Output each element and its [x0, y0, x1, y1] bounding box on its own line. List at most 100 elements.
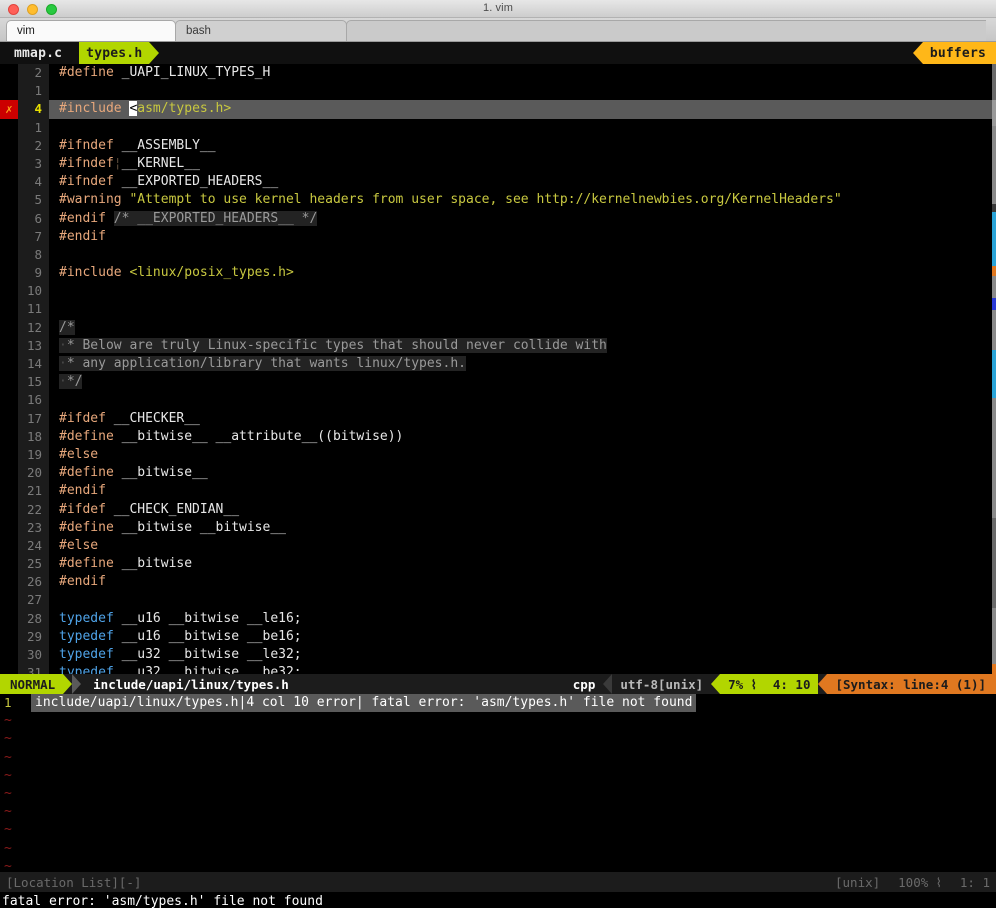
code-line[interactable]: 30 typedef __u32 __bitwise __le32; [0, 646, 996, 665]
code-text: #else [49, 537, 996, 555]
code-line[interactable]: 5 #warning "Attempt to use kernel headers… [0, 191, 996, 210]
sign-column [0, 445, 18, 465]
line-number: 3 [18, 154, 49, 174]
sign-column [0, 318, 18, 337]
code-token: __bitwise __bitwise__ [113, 519, 286, 535]
code-token: #endif [59, 574, 106, 590]
code-line[interactable]: 1 [0, 118, 996, 137]
sign-column [0, 536, 18, 556]
status-filetype: cpp [564, 674, 604, 694]
code-line[interactable]: 28 typedef __u16 __bitwise __le16; [0, 609, 996, 628]
code-text: #else [49, 446, 996, 464]
buffers-label-group: buffers [912, 42, 996, 64]
buffers-label[interactable]: buffers [922, 42, 996, 64]
code-token: · [59, 337, 67, 353]
code-line[interactable]: 10 [0, 282, 996, 301]
status-mode-arrow2-icon [72, 674, 82, 694]
location-list-row[interactable]: 1 include/uapi/linux/types.h|4 col 10 err… [0, 694, 996, 713]
minimap-segment [992, 266, 996, 276]
code-line[interactable]: 1 [0, 82, 996, 101]
sign-column [0, 591, 18, 610]
buffer-mmap-c[interactable]: mmap.c [0, 42, 70, 64]
status-syntax-arrow-icon [818, 674, 828, 694]
code-text: #define __bitwise __bitwise__ [49, 519, 996, 537]
code-text: #define _UAPI_LINUX_TYPES_H [49, 64, 996, 82]
code-line[interactable]: 12 /* [0, 318, 996, 337]
code-line[interactable]: 21 #endif [0, 482, 996, 501]
code-token: __u16 __bitwise __be16; [113, 628, 302, 644]
code-token: __u32 __bitwise __le32; [113, 647, 302, 662]
code-line[interactable]: 13 ·* Below are truly Linux-specific type… [0, 336, 996, 355]
minimap-segment [992, 518, 996, 608]
code-token: #ifdef [59, 410, 106, 426]
code-text: #ifndef __ASSEMBLY__ [49, 137, 996, 155]
sign-column [0, 573, 18, 592]
code-line[interactable]: 7 #endif [0, 227, 996, 246]
code-editor[interactable]: 2 #define _UAPI_LINUX_TYPES_H 1 ✗ 4 #include … [0, 64, 996, 674]
line-number: 28 [18, 609, 49, 628]
scrollbar-thumb[interactable] [992, 100, 996, 126]
code-line[interactable]: 26 #endif [0, 573, 996, 592]
code-line[interactable]: 31 typedef __u32 __bitwise __be32; [0, 664, 996, 674]
code-line[interactable]: 29 typedef __u16 __bitwise __be16; [0, 627, 996, 646]
code-line[interactable]: 24 #else [0, 536, 996, 556]
code-token: #ifdef [59, 501, 106, 517]
code-line[interactable]: 2 #define _UAPI_LINUX_TYPES_H [0, 64, 996, 83]
buffer-types-h[interactable]: types.h [79, 42, 150, 64]
line-number: 16 [18, 391, 49, 410]
code-token: */ [66, 374, 83, 390]
line-number: 15 [18, 373, 49, 392]
line-number: 29 [18, 627, 49, 646]
minimap-segment [992, 204, 996, 212]
line-number: 1 [18, 82, 49, 101]
code-token: __bitwise__ __attribute__((bitwise)) [113, 428, 404, 444]
scrollbar-minimap[interactable] [992, 64, 996, 674]
location-list-name: [Location List][-] [6, 874, 142, 890]
code-line[interactable]: 11 [0, 300, 996, 319]
code-text: typedef __u16 __bitwise __be16; [49, 628, 996, 646]
line-number: 27 [18, 591, 49, 610]
code-line[interactable]: 14 ·* any application/library that wants … [0, 355, 996, 374]
code-line[interactable]: 4 #ifndef __EXPORTED_HEADERS__ [0, 173, 996, 192]
code-text: #endif /* __EXPORTED_HEADERS__ */ [49, 210, 996, 228]
code-token: typedef [59, 628, 114, 644]
code-line[interactable]: 23 #define __bitwise __bitwise__ [0, 518, 996, 537]
sign-column [0, 173, 18, 192]
code-line[interactable]: 19 #else [0, 445, 996, 465]
code-token: * Below are truly Linux-specific types t… [66, 337, 607, 353]
code-line[interactable]: 3 #ifndef¦__KERNEL__ [0, 154, 996, 174]
code-line[interactable]: 18 #define __bitwise__ __attribute__((bit… [0, 427, 996, 446]
code-token: #endif [59, 228, 106, 244]
code-line[interactable]: 20 #define __bitwise__ [0, 464, 996, 483]
code-line[interactable]: 22 #ifdef __CHECK_ENDIAN__ [0, 500, 996, 519]
code-line[interactable]: 6 #endif /* __EXPORTED_HEADERS__ */ [0, 209, 996, 228]
code-text: typedef __u32 __bitwise __le32; [49, 646, 996, 664]
line-number: 13 [18, 336, 49, 355]
code-line[interactable]: 17 #ifdef __CHECKER__ [0, 409, 996, 428]
location-list[interactable]: 1 include/uapi/linux/types.h|4 col 10 err… [0, 694, 996, 872]
empty-line-tilde-icon: ~ [4, 822, 12, 838]
status-mode: NORMAL [0, 674, 64, 694]
sign-column [0, 427, 18, 446]
code-line[interactable]: 15 ·*/ [0, 373, 996, 392]
location-list-status: [Location List][-] [unix] 100% ⌇ 1: 1 [0, 872, 996, 892]
code-text: #warning "Attempt to use kernel headers … [49, 191, 996, 209]
code-line[interactable]: 9 #include <linux/posix_types.h> [0, 264, 996, 283]
code-line[interactable]: 2 #ifndef __ASSEMBLY__ [0, 136, 996, 155]
code-line[interactable]: 8 [0, 245, 996, 265]
tab-bash[interactable]: bash [175, 20, 347, 41]
empty-line-tilde-icon: ~ [4, 713, 12, 729]
code-line[interactable]: 25 #define __bitwise [0, 555, 996, 574]
command-line-message: fatal error: 'asm/types.h' file not foun… [0, 892, 996, 908]
code-line[interactable]: 27 [0, 591, 996, 610]
code-text: ·* any application/library that wants li… [49, 355, 996, 373]
code-line[interactable]: 16 [0, 391, 996, 410]
code-token: #ifndef [59, 174, 114, 190]
code-line[interactable]: ✗ 4 #include <asm/types.h> [0, 100, 996, 119]
sign-column [0, 409, 18, 428]
buffer-separator-end-icon [149, 42, 160, 64]
tab-vim[interactable]: vim [6, 20, 176, 41]
